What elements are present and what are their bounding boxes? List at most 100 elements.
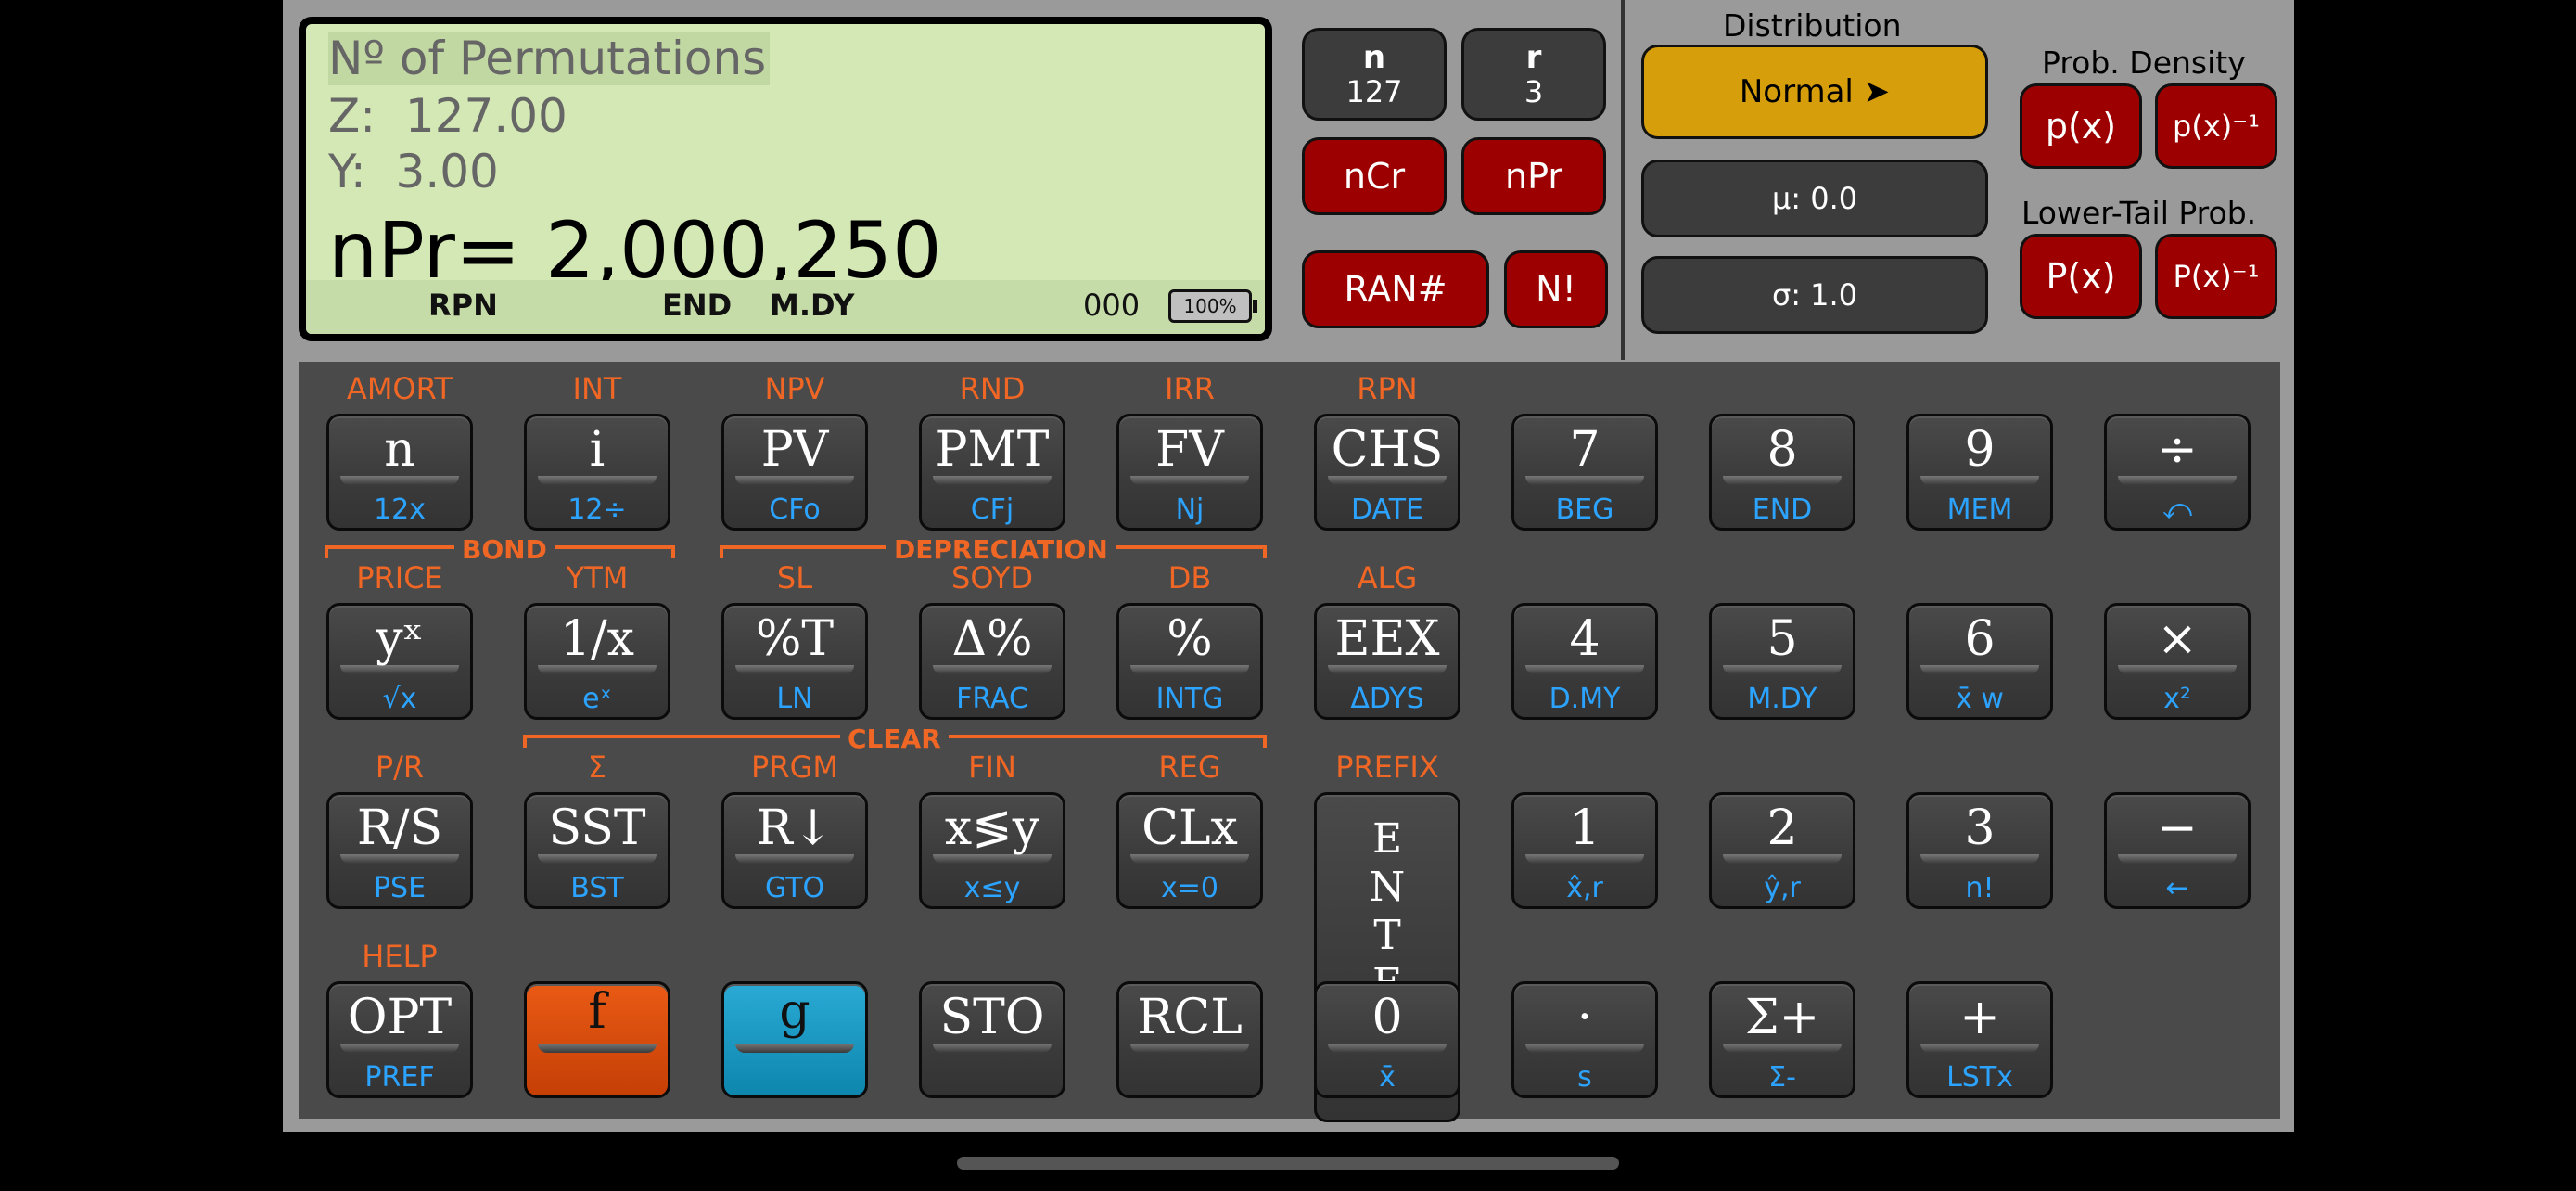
key-t[interactable]: %T LN: [721, 603, 868, 720]
key-7[interactable]: 7 BEG: [1511, 414, 1658, 531]
key-6[interactable]: 6 x̄ w: [1906, 603, 2053, 720]
key-main-label: 7: [1569, 422, 1600, 478]
display-z-register: Z: 127.00: [328, 89, 567, 143]
key-key38[interactable]: + LSTx: [1906, 981, 2053, 1098]
sigma-field[interactable]: σ: 1.0: [1641, 256, 1988, 334]
factorial-button[interactable]: N!: [1504, 250, 1608, 328]
key-sub-label: BEG: [1555, 493, 1614, 526]
r-value-button[interactable]: r 3: [1461, 28, 1606, 121]
key-fv[interactable]: FV Nj: [1116, 414, 1263, 531]
key-main-label: 4: [1569, 611, 1600, 667]
key-sst[interactable]: SST BST: [524, 792, 670, 909]
key-top-label: SL: [776, 560, 813, 596]
key-key37[interactable]: Σ+ Σ-: [1709, 981, 1855, 1098]
key-pv[interactable]: PV CFo: [721, 414, 868, 531]
key-main-label: CLx: [1141, 800, 1238, 856]
key-g[interactable]: g: [721, 981, 868, 1098]
lcd-display: Nº of Permutations Z: 127.00 Y: 3.00 nPr…: [299, 17, 1272, 341]
key-main-label: 1: [1569, 800, 1600, 856]
key-sub-label: √x: [382, 683, 417, 715]
key-top-label: IRR: [1165, 371, 1215, 406]
key-main-label: n: [384, 422, 415, 478]
key-main-label: +: [1959, 990, 2000, 1045]
key-1x[interactable]: 1/x eˣ: [524, 603, 670, 720]
key-9[interactable]: 9 MEM: [1906, 414, 2053, 531]
key-0[interactable]: 0 x̄: [1314, 981, 1460, 1098]
key-rs[interactable]: R/S PSE: [326, 792, 473, 909]
key-1[interactable]: 1 x̂,r: [1511, 792, 1658, 909]
lower-tail-label: Lower-Tail Prob.: [2021, 195, 2257, 231]
r-label: r: [1525, 39, 1542, 76]
key-xy[interactable]: x≶y x≤y: [919, 792, 1065, 909]
key-top-label: REG: [1158, 749, 1221, 785]
key-main-label: PMT: [935, 422, 1050, 478]
key-sub-label: BST: [570, 872, 624, 904]
key-main-label: RCL: [1137, 990, 1243, 1045]
key-sto[interactable]: STO: [919, 981, 1065, 1098]
panel-divider: [1621, 0, 1625, 360]
key-sub-label: Nj: [1175, 493, 1205, 526]
key-main-label: yˣ: [376, 611, 424, 667]
key-chs[interactable]: CHS DATE: [1314, 414, 1460, 531]
key-rcl[interactable]: RCL: [1116, 981, 1263, 1098]
n-value-button[interactable]: n 127: [1302, 28, 1447, 121]
random-button[interactable]: RAN#: [1302, 250, 1489, 328]
key-key13[interactable]: Δ% FRAC: [919, 603, 1065, 720]
key-sub-label: LN: [776, 683, 813, 715]
key-ridge: [735, 1044, 854, 1053]
key-8[interactable]: 8 END: [1709, 414, 1855, 531]
npr-button[interactable]: nPr: [1461, 137, 1606, 215]
battery-icon: 100%: [1168, 289, 1257, 323]
key-top-label: RND: [959, 371, 1026, 406]
n-value: 127: [1345, 74, 1403, 109]
key-main-label: PV: [760, 422, 829, 478]
cdf-inverse-button[interactable]: P(x)⁻¹: [2155, 234, 2277, 319]
key-key9[interactable]: ÷ ⤺: [2104, 414, 2251, 531]
mu-field[interactable]: μ: 0.0: [1641, 160, 1988, 237]
n-label: n: [1362, 39, 1386, 76]
key-key19[interactable]: × x²: [2104, 603, 2251, 720]
status-mode: RPN: [428, 288, 498, 323]
key-2[interactable]: 2 ŷ,r: [1709, 792, 1855, 909]
distribution-select[interactable]: Normal ➤: [1641, 45, 1988, 139]
key-clx[interactable]: CLx x=0: [1116, 792, 1263, 909]
key-5[interactable]: 5 M.DY: [1709, 603, 1855, 720]
key-sub-label: x²: [2163, 683, 2191, 715]
key-main-label: ×: [2157, 611, 2198, 667]
key-key14[interactable]: % INTG: [1116, 603, 1263, 720]
key-key36[interactable]: · s: [1511, 981, 1658, 1098]
key-4[interactable]: 4 D.MY: [1511, 603, 1658, 720]
key-main-label: 9: [1964, 422, 1996, 478]
pdf-inverse-button[interactable]: p(x)⁻¹: [2155, 83, 2277, 169]
key-sub-label: ←: [2165, 872, 2189, 904]
key-main-label: −: [2157, 800, 2198, 856]
key-r[interactable]: R↓ GTO: [721, 792, 868, 909]
key-top-label: INT: [572, 371, 622, 406]
key-main-label: EEX: [1334, 611, 1440, 667]
home-indicator[interactable]: [957, 1157, 1619, 1170]
key-main-label: Σ+: [1744, 990, 1820, 1045]
ncr-button[interactable]: nCr: [1302, 137, 1447, 215]
key-sub-label: INTG: [1155, 683, 1224, 715]
key-opt[interactable]: OPT PREF: [326, 981, 473, 1098]
key-y[interactable]: yˣ √x: [326, 603, 473, 720]
key-sub-label: END: [1752, 493, 1813, 526]
key-sub-label: x̄ w: [1956, 683, 2004, 715]
key-top-label: PREFIX: [1335, 749, 1439, 785]
cdf-button[interactable]: P(x): [2020, 234, 2142, 319]
key-key29[interactable]: − ←: [2104, 792, 2251, 909]
key-pmt[interactable]: PMT CFj: [919, 414, 1065, 531]
key-eex[interactable]: EEX ΔDYS: [1314, 603, 1460, 720]
key-f[interactable]: f: [524, 981, 670, 1098]
key-3[interactable]: 3 n!: [1906, 792, 2053, 909]
key-main-label: 0: [1371, 990, 1403, 1045]
key-i[interactable]: i 12÷: [524, 414, 670, 531]
status-date-format: M.DY: [770, 288, 855, 323]
key-sub-label: x̄: [1379, 1061, 1396, 1094]
pdf-button[interactable]: p(x): [2020, 83, 2142, 169]
key-sub-label: ΔDYS: [1350, 683, 1424, 715]
key-main-label: x≶y: [944, 800, 1040, 856]
distribution-label: Distribution: [1723, 7, 1902, 44]
key-main-label: 2: [1766, 800, 1798, 856]
key-n[interactable]: n 12x: [326, 414, 473, 531]
